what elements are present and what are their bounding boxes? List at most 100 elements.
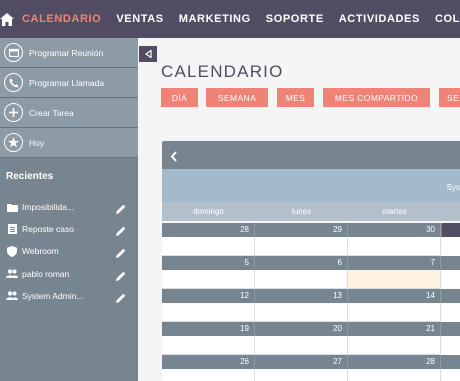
edit-pencil-icon[interactable]: [116, 201, 126, 219]
day-number-row: 26 27 28: [162, 355, 460, 369]
recent-item-label: Reposte caso: [22, 224, 74, 235]
day-cell-row: [162, 336, 460, 355]
recent-item[interactable]: Webroom: [0, 240, 138, 262]
page-title: CALENDARIO: [161, 62, 284, 81]
users-icon: [6, 291, 18, 301]
today-action[interactable]: Hoy: [0, 128, 138, 158]
create-task-label: Crear Tarea: [29, 107, 74, 118]
phone-icon: [4, 73, 23, 92]
day-cell[interactable]: [162, 270, 255, 289]
day-number[interactable]: 14: [348, 289, 441, 303]
main-content: CALENDARIO DÍA SEMANA MES MES COMPARTIDO…: [138, 38, 460, 381]
day-cell[interactable]: [255, 369, 348, 381]
recent-item-label: System Admin...: [22, 290, 84, 301]
weekday-label: lunes: [291, 207, 312, 216]
nav-calendario[interactable]: CALENDARIO: [22, 13, 101, 25]
day-number[interactable]: 28: [162, 223, 255, 237]
day-number[interactable]: 5: [162, 256, 255, 270]
sidebar: Programar Reunión Programar Llamada Crea…: [0, 38, 138, 381]
document-icon: [6, 224, 18, 235]
day-cell-row: [162, 237, 460, 256]
weekday-header-row: domingo lunes martes: [162, 202, 460, 221]
day-cell[interactable]: [348, 336, 441, 355]
day-number[interactable]: 7: [348, 256, 441, 270]
day-number-row: 5 6 7: [162, 256, 460, 270]
day-number[interactable]: 20: [255, 322, 348, 336]
sidebar-collapse-button[interactable]: [139, 46, 157, 62]
create-task-action[interactable]: Crear Tarea: [0, 98, 138, 128]
recent-item[interactable]: Imposibilida...: [0, 196, 138, 218]
day-cell[interactable]: [255, 303, 348, 322]
day-number[interactable]: 6: [255, 256, 348, 270]
day-cell[interactable]: [255, 270, 348, 289]
edit-pencil-icon[interactable]: [116, 268, 126, 286]
nav-colaboracion[interactable]: COLABORACIÓN: [435, 13, 460, 25]
edit-pencil-icon[interactable]: [116, 290, 126, 308]
recent-item[interactable]: pablo roman: [0, 263, 138, 285]
edit-pencil-icon[interactable]: [116, 223, 126, 241]
recent-item-label: Webroom: [22, 246, 59, 257]
recent-item[interactable]: System Admin...: [0, 285, 138, 307]
calendar-header: [162, 141, 460, 169]
view-day-button[interactable]: DÍA: [161, 88, 198, 107]
top-navigation: CALENDARIO VENTAS MARKETING SOPORTE ACTI…: [0, 0, 460, 38]
day-cell[interactable]: [162, 369, 255, 381]
chevron-left-icon[interactable]: [170, 149, 178, 167]
day-cell[interactable]: [162, 303, 255, 322]
day-cell[interactable]: [162, 237, 255, 256]
schedule-call-action[interactable]: Programar Llamada: [0, 68, 138, 98]
day-number-row: 28 29 30: [162, 223, 460, 237]
day-cell[interactable]: [348, 303, 441, 322]
day-number[interactable]: 12: [162, 289, 255, 303]
calendar-user-label: Sys: [446, 183, 460, 192]
view-more-button[interactable]: SE: [439, 88, 460, 107]
nav-marketing[interactable]: MARKETING: [179, 13, 251, 25]
day-number[interactable]: 21: [348, 322, 441, 336]
folder-icon: [6, 202, 18, 212]
day-number[interactable]: 29: [255, 223, 348, 237]
weekday-label: martes: [382, 207, 407, 216]
day-cell-row: [162, 270, 460, 289]
day-cell[interactable]: [348, 237, 441, 256]
today-label: Hoy: [29, 137, 45, 148]
day-number[interactable]: 13: [255, 289, 348, 303]
day-number[interactable]: 26: [162, 355, 255, 369]
schedule-meeting-action[interactable]: Programar Reunión: [0, 38, 138, 68]
weekday-label: domingo: [193, 207, 224, 216]
edit-pencil-icon[interactable]: [116, 245, 126, 263]
recent-item-label: pablo roman: [22, 268, 70, 279]
calendar-icon: [4, 43, 23, 62]
day-cell[interactable]: [255, 336, 348, 355]
calendar-subheader: Sys: [162, 169, 460, 202]
today-cell[interactable]: [348, 270, 441, 289]
recent-heading: Recientes: [6, 171, 54, 182]
next-day-strip: [442, 223, 460, 237]
day-cell[interactable]: [255, 237, 348, 256]
recent-item-label: Imposibilida...: [22, 202, 74, 213]
day-number[interactable]: 27: [255, 355, 348, 369]
day-number[interactable]: 30: [348, 223, 441, 237]
day-number[interactable]: 28: [348, 355, 441, 369]
schedule-call-label: Programar Llamada: [29, 77, 105, 88]
nav-soporte[interactable]: SOPORTE: [266, 13, 324, 25]
day-cell-row: [162, 303, 460, 322]
caret-left-icon: [144, 45, 152, 63]
nav-actividades[interactable]: ACTIVIDADES: [339, 13, 420, 25]
users-icon: [6, 269, 18, 279]
view-month-button[interactable]: MES: [277, 88, 314, 107]
day-number-row: 19 20 21: [162, 322, 460, 336]
shield-icon: [6, 245, 18, 257]
day-number[interactable]: 19: [162, 322, 255, 336]
view-shared-month-button[interactable]: MES COMPARTIDO: [323, 88, 430, 107]
day-number-row: 12 13 14: [162, 289, 460, 303]
recent-item[interactable]: Reposte caso: [0, 218, 138, 240]
nav-ventas[interactable]: VENTAS: [116, 13, 163, 25]
home-icon[interactable]: [0, 0, 14, 38]
day-cell[interactable]: [348, 369, 441, 381]
plus-icon: [4, 103, 23, 122]
star-icon: [4, 133, 23, 152]
schedule-meeting-label: Programar Reunión: [29, 47, 104, 58]
day-cell[interactable]: [162, 336, 255, 355]
day-cell-row: [162, 369, 460, 381]
view-week-button[interactable]: SEMANA: [206, 88, 268, 107]
